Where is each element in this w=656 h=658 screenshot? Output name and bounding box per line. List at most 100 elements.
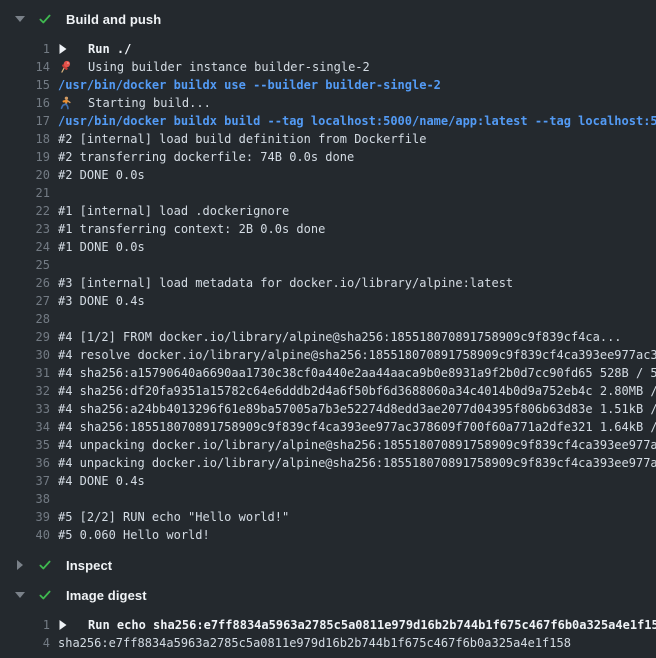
line-number[interactable]: 40 — [0, 526, 50, 544]
log-line: 17 /usr/bin/docker buildx build --tag lo… — [0, 112, 656, 130]
log-text: #4 sha256:a15790640a6690aa1730c38cf0a440… — [58, 364, 656, 382]
log-text: #4 unpacking docker.io/library/alpine@sh… — [58, 436, 656, 454]
line-number[interactable]: 16 — [0, 94, 50, 112]
line-number[interactable]: 4 — [0, 634, 50, 652]
success-check-icon — [38, 12, 52, 26]
line-content: #2 [internal] load build definition from… — [58, 130, 656, 148]
log-text: Run ./ — [88, 40, 131, 58]
log-text: #1 transferring context: 2B 0.0s done — [58, 220, 325, 238]
log-text: #4 sha256:a24bb4013296f61e89ba57005a7b3e… — [58, 400, 656, 418]
line-content: #4 sha256:df20fa9351a15782c64e6dddb2d4a6… — [58, 382, 656, 400]
line-number[interactable]: 32 — [0, 382, 50, 400]
log-text: #4 [1/2] FROM docker.io/library/alpine@s… — [58, 328, 622, 346]
line-number[interactable]: 33 — [0, 400, 50, 418]
line-number[interactable]: 31 — [0, 364, 50, 382]
line-content: #3 [internal] load metadata for docker.i… — [58, 274, 656, 292]
line-number[interactable]: 15 — [0, 76, 50, 94]
line-number[interactable]: 20 — [0, 166, 50, 184]
line-number[interactable]: 37 — [0, 472, 50, 490]
section-header-inspect[interactable]: Inspect — [0, 550, 656, 580]
log-line: 21 — [0, 184, 656, 202]
line-content: #4 sha256:a15790640a6690aa1730c38cf0a440… — [58, 364, 656, 382]
log-line: 31 #4 sha256:a15790640a6690aa1730c38cf0a… — [0, 364, 656, 382]
log-section: Inspect — [0, 550, 656, 580]
line-number[interactable]: 14 — [0, 58, 50, 76]
log-text: #4 unpacking docker.io/library/alpine@sh… — [58, 454, 656, 472]
line-number[interactable]: 29 — [0, 328, 50, 346]
log-text: #2 DONE 0.0s — [58, 166, 145, 184]
line-content: Using builder instance builder-single-2 — [58, 58, 656, 76]
chevron-right-icon[interactable] — [14, 560, 26, 570]
line-content: #4 DONE 0.4s — [58, 472, 656, 490]
log-text: #4 DONE 0.4s — [58, 472, 145, 490]
line-number[interactable]: 22 — [0, 202, 50, 220]
runner-icon — [58, 96, 80, 110]
log-text: #2 transferring dockerfile: 74B 0.0s don… — [58, 148, 354, 166]
log-line: 16 Starting build... — [0, 94, 656, 112]
line-content: #1 [internal] load .dockerignore — [58, 202, 656, 220]
log-line: 23 #1 transferring context: 2B 0.0s done — [0, 220, 656, 238]
line-number[interactable]: 26 — [0, 274, 50, 292]
line-number[interactable]: 34 — [0, 418, 50, 436]
log-line: 36 #4 unpacking docker.io/library/alpine… — [0, 454, 656, 472]
line-content: #2 DONE 0.0s — [58, 166, 656, 184]
line-content — [58, 490, 656, 508]
chevron-down-icon[interactable] — [14, 16, 26, 22]
chevron-right-icon[interactable] — [58, 44, 80, 54]
line-number[interactable]: 38 — [0, 490, 50, 508]
success-check-icon — [38, 588, 52, 602]
line-content: #5 0.060 Hello world! — [58, 526, 656, 544]
log-section: Build and push 1 Run ./ 14 Using builder… — [0, 4, 656, 550]
line-number[interactable]: 19 — [0, 148, 50, 166]
line-number[interactable]: 25 — [0, 256, 50, 274]
log-text: #3 DONE 0.4s — [58, 292, 145, 310]
line-number[interactable]: 24 — [0, 238, 50, 256]
log-line: 19 #2 transferring dockerfile: 74B 0.0s … — [0, 148, 656, 166]
log-line: 29 #4 [1/2] FROM docker.io/library/alpin… — [0, 328, 656, 346]
line-content: /usr/bin/docker buildx use --builder bui… — [58, 76, 656, 94]
line-number[interactable]: 17 — [0, 112, 50, 130]
line-content: Run ./ — [58, 40, 656, 58]
log-line: 30 #4 resolve docker.io/library/alpine@s… — [0, 346, 656, 364]
pushpin-icon — [58, 60, 80, 74]
section-log-body: 1 Run echo sha256:e7ff8834a5963a2785c5a0… — [0, 610, 656, 658]
line-number[interactable]: 35 — [0, 436, 50, 454]
line-number[interactable]: 27 — [0, 292, 50, 310]
line-content — [58, 310, 656, 328]
line-number[interactable]: 18 — [0, 130, 50, 148]
section-header-image-digest[interactable]: Image digest — [0, 580, 656, 610]
line-number[interactable]: 1 — [0, 40, 50, 58]
log-line: 28 — [0, 310, 656, 328]
log-text: #1 [internal] load .dockerignore — [58, 202, 289, 220]
log-line: 34 #4 sha256:185518070891758909c9f839cf4… — [0, 418, 656, 436]
line-number[interactable]: 21 — [0, 184, 50, 202]
line-content: Starting build... — [58, 94, 656, 112]
line-content — [58, 184, 656, 202]
section-title-build-and-push: Build and push — [66, 12, 161, 27]
line-content: #4 unpacking docker.io/library/alpine@sh… — [58, 436, 656, 454]
line-content: sha256:e7ff8834a5963a2785c5a0811e979d16b… — [58, 634, 656, 652]
section-header-build-and-push[interactable]: Build and push — [0, 4, 656, 34]
line-number[interactable]: 1 — [0, 616, 50, 634]
log-line: 18 #2 [internal] load build definition f… — [0, 130, 656, 148]
log-line: 4 sha256:e7ff8834a5963a2785c5a0811e979d1… — [0, 634, 656, 652]
log-line: 33 #4 sha256:a24bb4013296f61e89ba57005a7… — [0, 400, 656, 418]
line-content: #2 transferring dockerfile: 74B 0.0s don… — [58, 148, 656, 166]
log-section: Image digest 1 Run echo sha256:e7ff8834a… — [0, 580, 656, 658]
line-number[interactable]: 23 — [0, 220, 50, 238]
line-number[interactable]: 28 — [0, 310, 50, 328]
line-number[interactable]: 30 — [0, 346, 50, 364]
log-line: 40 #5 0.060 Hello world! — [0, 526, 656, 544]
log-line: 37 #4 DONE 0.4s — [0, 472, 656, 490]
success-check-icon — [38, 558, 52, 572]
log-line: 24 #1 DONE 0.0s — [0, 238, 656, 256]
chevron-right-icon[interactable] — [58, 620, 80, 630]
line-content — [58, 256, 656, 274]
workflow-log-viewer: Build and push 1 Run ./ 14 Using builder… — [0, 4, 656, 658]
log-text: /usr/bin/docker buildx build --tag local… — [58, 112, 656, 130]
chevron-down-icon[interactable] — [14, 592, 26, 598]
line-number[interactable]: 36 — [0, 454, 50, 472]
log-line: 38 — [0, 490, 656, 508]
log-text: #1 DONE 0.0s — [58, 238, 145, 256]
line-number[interactable]: 39 — [0, 508, 50, 526]
